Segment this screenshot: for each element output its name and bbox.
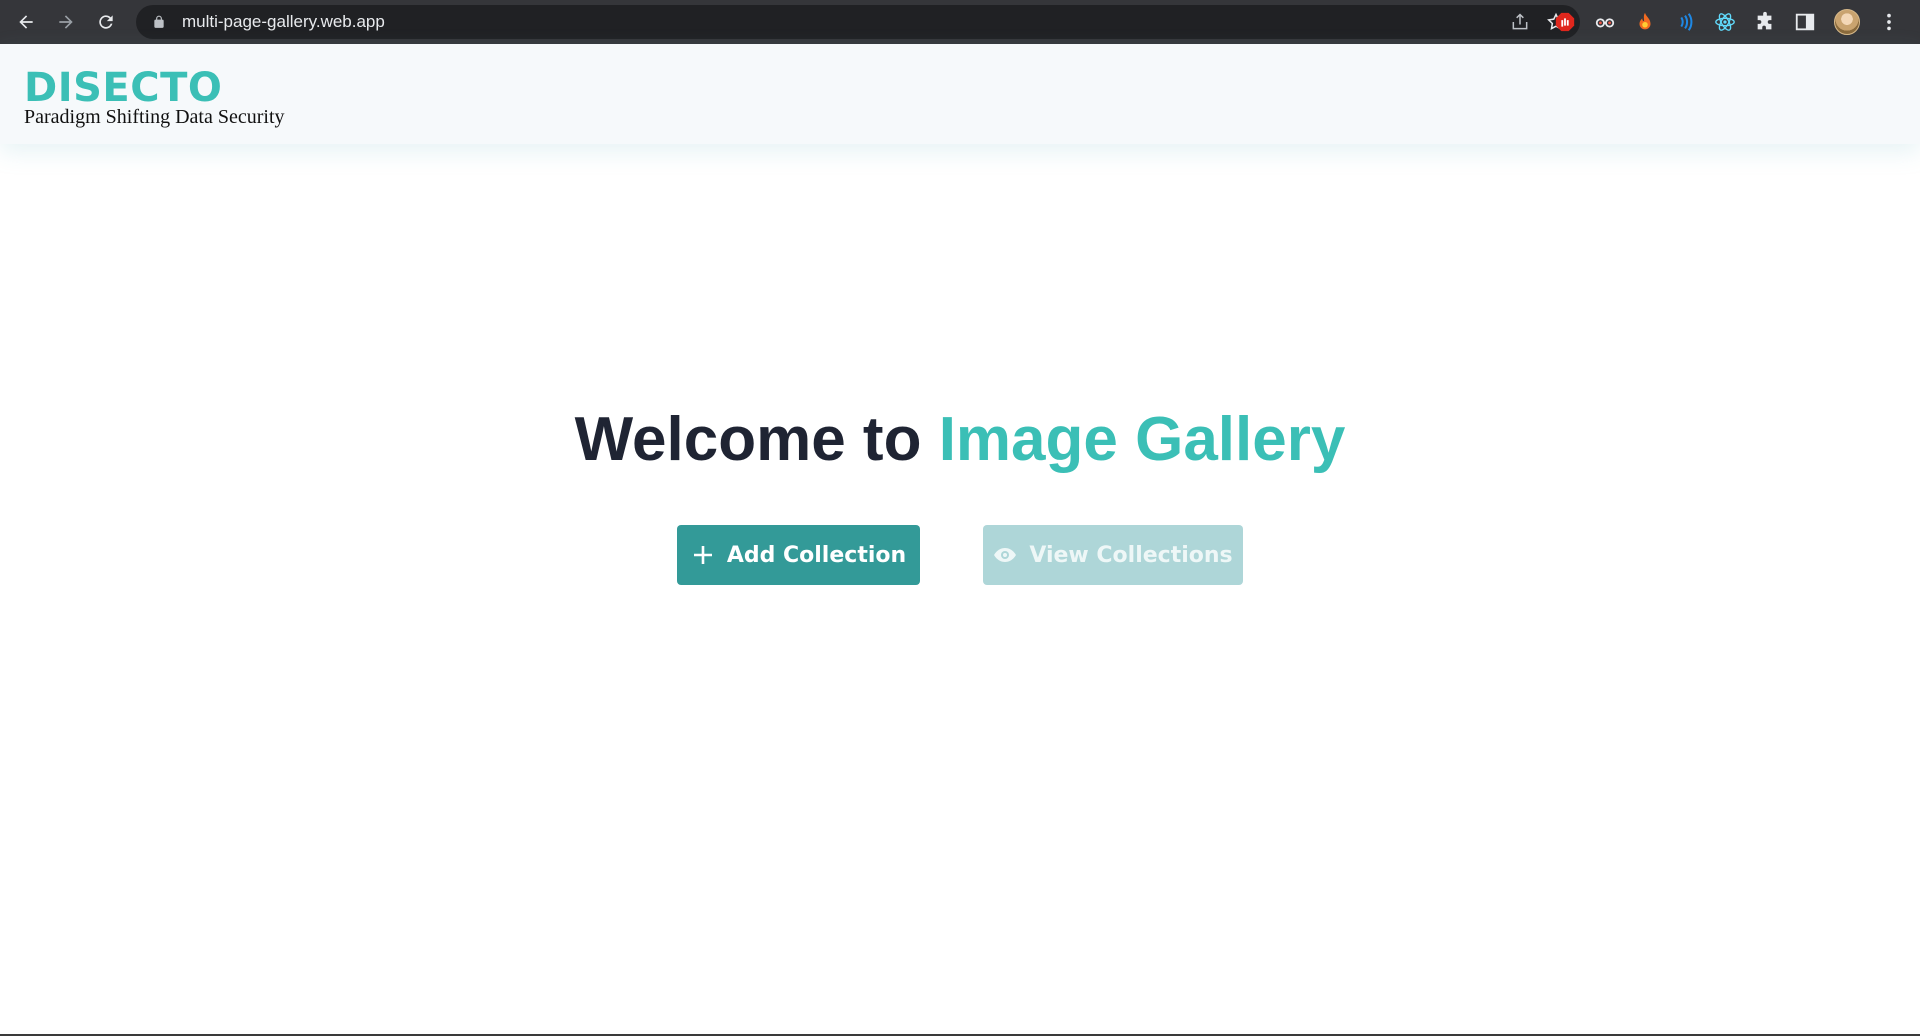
side-panel-icon[interactable] [1794, 11, 1816, 33]
share-icon[interactable] [1510, 12, 1530, 32]
view-collections-button[interactable]: View Collections [983, 525, 1243, 585]
plus-icon [691, 543, 715, 567]
address-bar[interactable]: multi-page-gallery.web.app [136, 5, 1580, 39]
puzzle-icon[interactable] [1754, 11, 1776, 33]
reload-icon [99, 15, 113, 29]
title-prefix: Welcome to [574, 405, 939, 474]
title-accent: Image Gallery [938, 405, 1346, 474]
add-collection-label: Add Collection [726, 542, 907, 568]
url-text: multi-page-gallery.web.app [182, 12, 385, 31]
menu-kebab-icon[interactable] [1878, 11, 1900, 33]
flame-icon[interactable] [1634, 11, 1656, 33]
brand-tagline: Paradigm Shifting Data Security [24, 106, 285, 128]
glasses-icon[interactable] [1594, 11, 1616, 33]
adblock-icon[interactable] [1554, 11, 1576, 33]
back-button[interactable] [6, 0, 46, 44]
extensions-bar [1554, 0, 1900, 44]
wave-icon[interactable] [1674, 11, 1696, 33]
reload-button[interactable] [86, 0, 126, 44]
site-header: DISECTO Paradigm Shifting Data Security [0, 44, 1920, 144]
react-icon[interactable] [1714, 11, 1736, 33]
page-title: Welcome to Image Gallery [0, 400, 1920, 480]
brand-logo[interactable]: DISECTO [24, 66, 222, 110]
eye-icon [993, 547, 1017, 563]
forward-button[interactable] [46, 0, 86, 44]
profile-avatar[interactable] [1834, 9, 1860, 35]
arrow-left-icon [19, 15, 33, 29]
browser-toolbar: multi-page-gallery.web.app [0, 0, 1920, 44]
lock-icon [154, 15, 164, 28]
add-collection-button[interactable]: Add Collection [677, 525, 920, 585]
view-collections-label: View Collections [1029, 542, 1233, 568]
arrow-right-icon [59, 15, 73, 29]
